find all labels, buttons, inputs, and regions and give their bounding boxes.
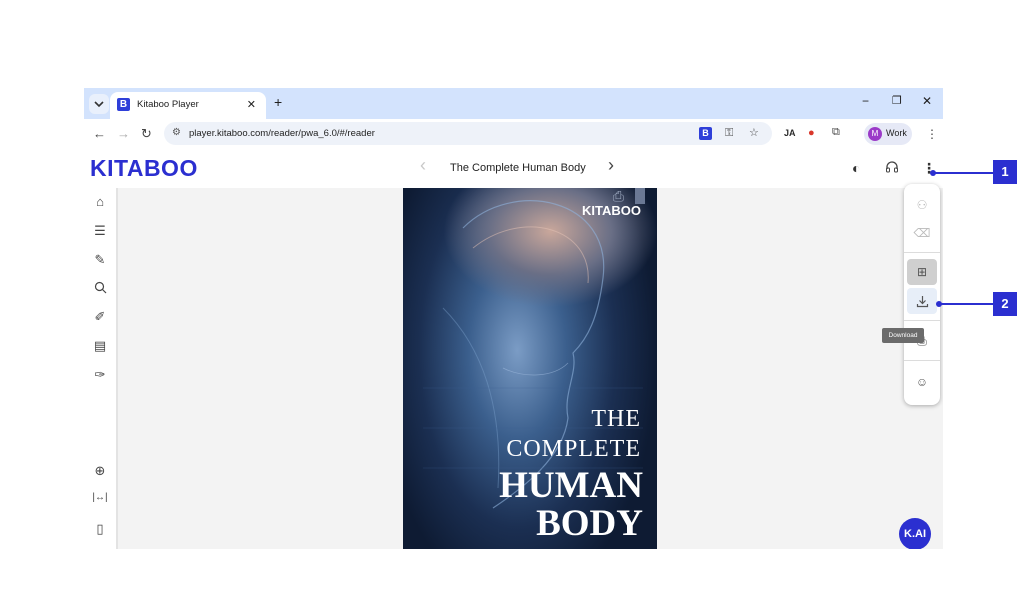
download-arrow-glyph — [916, 296, 928, 308]
address-bar[interactable]: ⚙ player.kitaboo.com/reader/pwa_6.0/#/re… — [164, 122, 772, 145]
callout-line — [939, 303, 993, 305]
chevron-down-icon — [94, 101, 104, 108]
callout-line — [933, 172, 993, 174]
eraser-icon[interactable]: ⌫ — [907, 220, 937, 246]
close-window-button[interactable]: ✕ — [922, 94, 932, 108]
search-icon[interactable] — [92, 281, 108, 297]
page-icon[interactable]: ▯ — [92, 521, 108, 537]
password-key-icon[interactable]: ⚿ — [725, 127, 733, 140]
cover-title-line-3: HUMAN — [499, 465, 643, 506]
left-toolbar: ⌂ ☰ ✎ ✐ ▤ ✑ ⊕ |↔| ▯ — [84, 188, 118, 549]
kitaboo-logo: KITABOO — [90, 155, 198, 181]
table-of-contents-icon[interactable]: ☰ — [92, 223, 108, 239]
pen-icon[interactable]: ✐ — [92, 309, 108, 325]
fit-width-icon[interactable]: |↔| — [92, 492, 108, 503]
magnifier-glyph — [94, 281, 106, 294]
tab-title: Kitaboo Player — [137, 99, 199, 110]
extensions-puzzle-icon[interactable]: ⧉ — [832, 126, 840, 139]
zoom-in-icon[interactable]: ⊕ — [92, 463, 108, 479]
tab-kitaboo-player[interactable]: B Kitaboo Player ✕ — [110, 92, 266, 119]
cover-brand: KITABOO — [582, 203, 641, 218]
download-tooltip: Download — [882, 328, 924, 343]
bookmark-star-icon[interactable]: ☆ — [749, 126, 759, 139]
highlighter-icon[interactable]: ✑ — [92, 367, 108, 383]
tab-close-icon[interactable]: ✕ — [247, 98, 256, 111]
panel-divider — [904, 252, 940, 253]
add-folder-icon[interactable]: ⊞ — [907, 259, 937, 285]
annotation-badge-1: 1 — [993, 160, 1017, 184]
minimize-button[interactable]: − — [862, 94, 869, 108]
site-settings-icon[interactable]: ⚙ — [172, 127, 181, 138]
share-icon[interactable]: ⚇ — [907, 192, 937, 218]
url-text: player.kitaboo.com/reader/pwa_6.0/#/read… — [189, 128, 375, 139]
cover-title-line-2: COMPLETE — [506, 436, 641, 462]
kitaboo-extension-icon[interactable]: B — [699, 127, 712, 140]
avatar: M — [868, 127, 882, 141]
panel-divider — [904, 320, 940, 321]
ja-extension-icon[interactable]: JA — [784, 128, 796, 138]
browser-menu-icon[interactable]: ⋮ — [926, 127, 938, 141]
browser-toolbar: ← → ↻ ⚙ player.kitaboo.com/reader/pwa_6.… — [84, 119, 943, 149]
headphones-icon — [886, 161, 898, 173]
new-tab-button[interactable]: + — [274, 94, 282, 110]
more-options-panel: ⚇ ⌫ ⊞ ⎙ ☺ — [904, 184, 940, 405]
cover-title-line-1: THE — [591, 406, 641, 432]
browser-window: B Kitaboo Player ✕ + − ❐ ✕ ← → ↻ ⚙ playe… — [84, 88, 943, 549]
bookmark-icon[interactable] — [635, 188, 645, 204]
kitaboo-favicon-icon: B — [117, 98, 130, 111]
book-title: The Complete Human Body — [450, 162, 586, 174]
back-arrow-icon[interactable]: ← — [93, 126, 106, 141]
profile-name: Work — [886, 128, 907, 138]
reload-icon[interactable]: ↻ — [141, 126, 152, 142]
panel-divider — [904, 360, 940, 361]
reading-area: ⎙ KITABOO THE COMPLETE HUMAN BODY — [118, 188, 943, 549]
tab-search-button[interactable] — [89, 94, 109, 114]
home-icon[interactable]: ⌂ — [92, 194, 108, 209]
profile-icon[interactable]: ☺ — [907, 369, 937, 395]
restore-button[interactable]: ❐ — [892, 94, 902, 107]
sticky-note-icon[interactable]: ▤ — [92, 338, 108, 354]
tab-strip: B Kitaboo Player ✕ + − ❐ ✕ — [84, 88, 943, 119]
cover-title-line-4: BODY — [536, 503, 643, 544]
read-aloud-icon[interactable] — [885, 160, 899, 177]
reader-header: KITABOO ‹ The Complete Human Body › ◐ ⋮ — [84, 149, 943, 189]
kai-assistant-button[interactable]: K.AI — [899, 518, 931, 549]
forward-arrow-icon[interactable]: → — [117, 126, 130, 141]
next-book-chevron-icon[interactable]: › — [608, 155, 614, 176]
download-icon[interactable] — [907, 288, 937, 314]
previous-book-chevron-icon[interactable]: ‹ — [420, 155, 426, 176]
contrast-icon[interactable]: ◐ — [852, 160, 860, 176]
extension-badge-icon[interactable]: ● — [808, 127, 815, 139]
notes-icon[interactable]: ✎ — [92, 252, 108, 268]
profile-chip[interactable]: M Work — [864, 123, 912, 145]
annotation-badge-2: 2 — [993, 292, 1017, 316]
book-cover: ⎙ KITABOO THE COMPLETE HUMAN BODY — [403, 188, 657, 549]
